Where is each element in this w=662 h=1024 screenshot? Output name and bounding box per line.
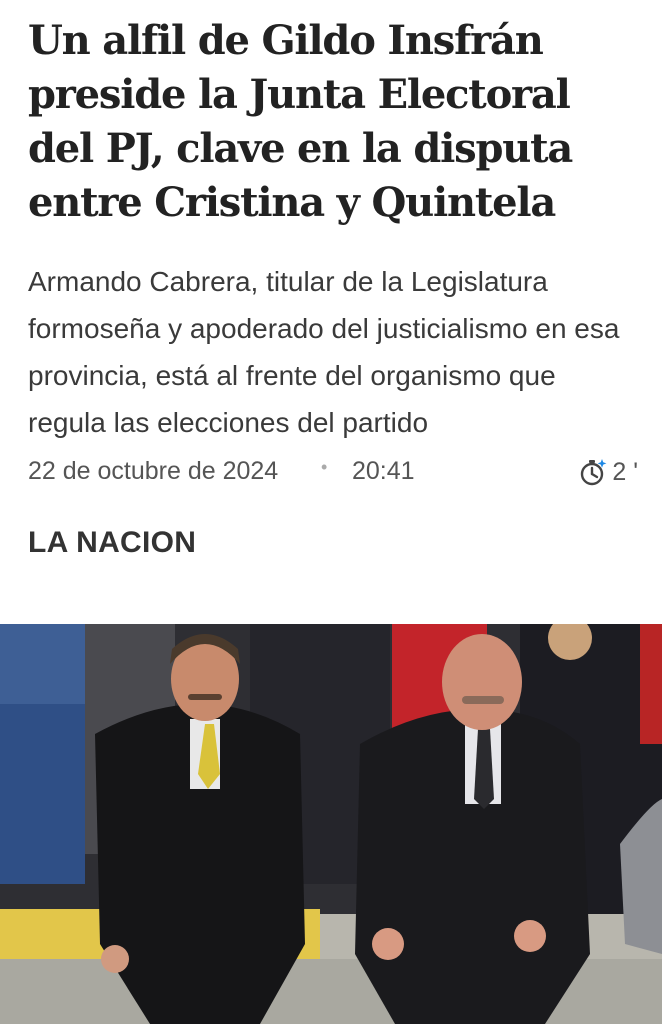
meta-separator: • [321,457,328,477]
reading-time-label: 2 ' [612,457,638,486]
source-label[interactable]: LA NACION [28,526,196,560]
article-headline: Un alfil de Gildo Insfrán preside la Jun… [28,17,573,226]
article-meta: 22 de octubre de 2024 • 20:41 2 ' [28,452,638,492]
stopwatch-icon [578,457,608,487]
article-subtitle: Armando Cabrera, titular de la Legislatu… [28,266,620,438]
publish-time: 20:41 [352,457,415,485]
reading-time: 2 ' [578,452,638,492]
news-photo[interactable] [0,624,662,1024]
publish-date: 22 de octubre de 2024 [28,457,279,485]
